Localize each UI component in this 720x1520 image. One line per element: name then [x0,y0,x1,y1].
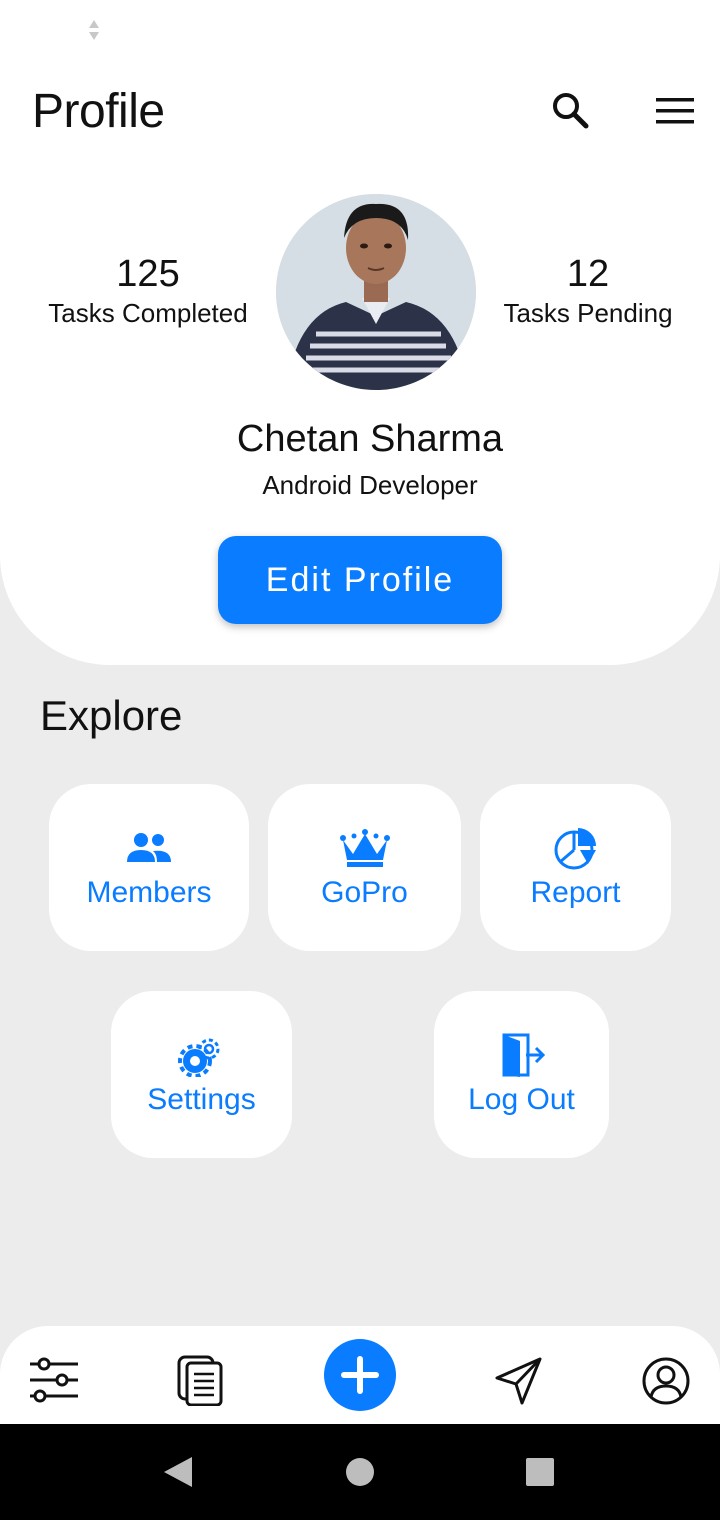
tasks-completed-count: 125 [116,253,180,295]
search-icon [553,93,589,129]
sync-arrows-icon [89,20,99,40]
gopro-tile[interactable]: GoPro [268,784,461,951]
avatar[interactable] [276,194,476,390]
crown-icon [339,828,390,867]
logout-tile[interactable]: Log Out [434,991,609,1158]
members-tile[interactable]: Members [49,784,249,951]
page-title: Profile [32,85,165,138]
menu-button[interactable] [654,92,698,132]
report-label: Report [530,875,621,909]
logout-label: Log Out [468,1082,575,1116]
tasks-pending-stat: 12 Tasks Pending [480,252,696,330]
nav-add-button[interactable] [324,1339,396,1411]
report-tile[interactable]: Report [480,784,671,951]
user-circle-icon [642,1357,690,1405]
sliders-icon [30,1357,78,1403]
people-icon [127,832,171,862]
settings-tile[interactable]: Settings [111,991,292,1158]
system-home-button[interactable] [345,1457,375,1487]
system-back-button[interactable] [162,1455,194,1489]
search-button[interactable] [548,88,592,132]
door-exit-icon [502,1033,545,1077]
explore-heading: Explore [40,692,183,739]
system-recents-button[interactable] [525,1457,555,1487]
tasks-completed-stat: 125 Tasks Completed [20,252,276,330]
nav-profile-button[interactable] [641,1356,691,1406]
settings-label: Settings [147,1082,256,1116]
nav-send-button[interactable] [494,1356,544,1406]
tasks-completed-label: Tasks Completed [48,298,248,328]
recents-square-icon [526,1458,554,1486]
hamburger-menu-icon [656,98,694,124]
avatar-photo [276,194,476,390]
members-label: Members [86,875,212,909]
plus-icon [341,1356,379,1394]
gopro-label: GoPro [321,875,408,909]
home-circle-icon [346,1458,374,1486]
send-icon [495,1357,542,1405]
profile-role: Android Developer [262,470,478,500]
tasks-pending-count: 12 [566,253,610,295]
profile-name: Chetan Sharma [236,418,504,460]
tasks-pending-label: Tasks Pending [503,298,673,328]
documents-icon [177,1355,223,1407]
gears-icon [177,1038,219,1077]
edit-profile-button[interactable]: Edit Profile [218,536,502,624]
nav-filters-button[interactable] [28,1356,80,1404]
nav-documents-button[interactable] [176,1354,226,1407]
pie-chart-icon [554,827,596,869]
back-triangle-icon [164,1457,192,1487]
